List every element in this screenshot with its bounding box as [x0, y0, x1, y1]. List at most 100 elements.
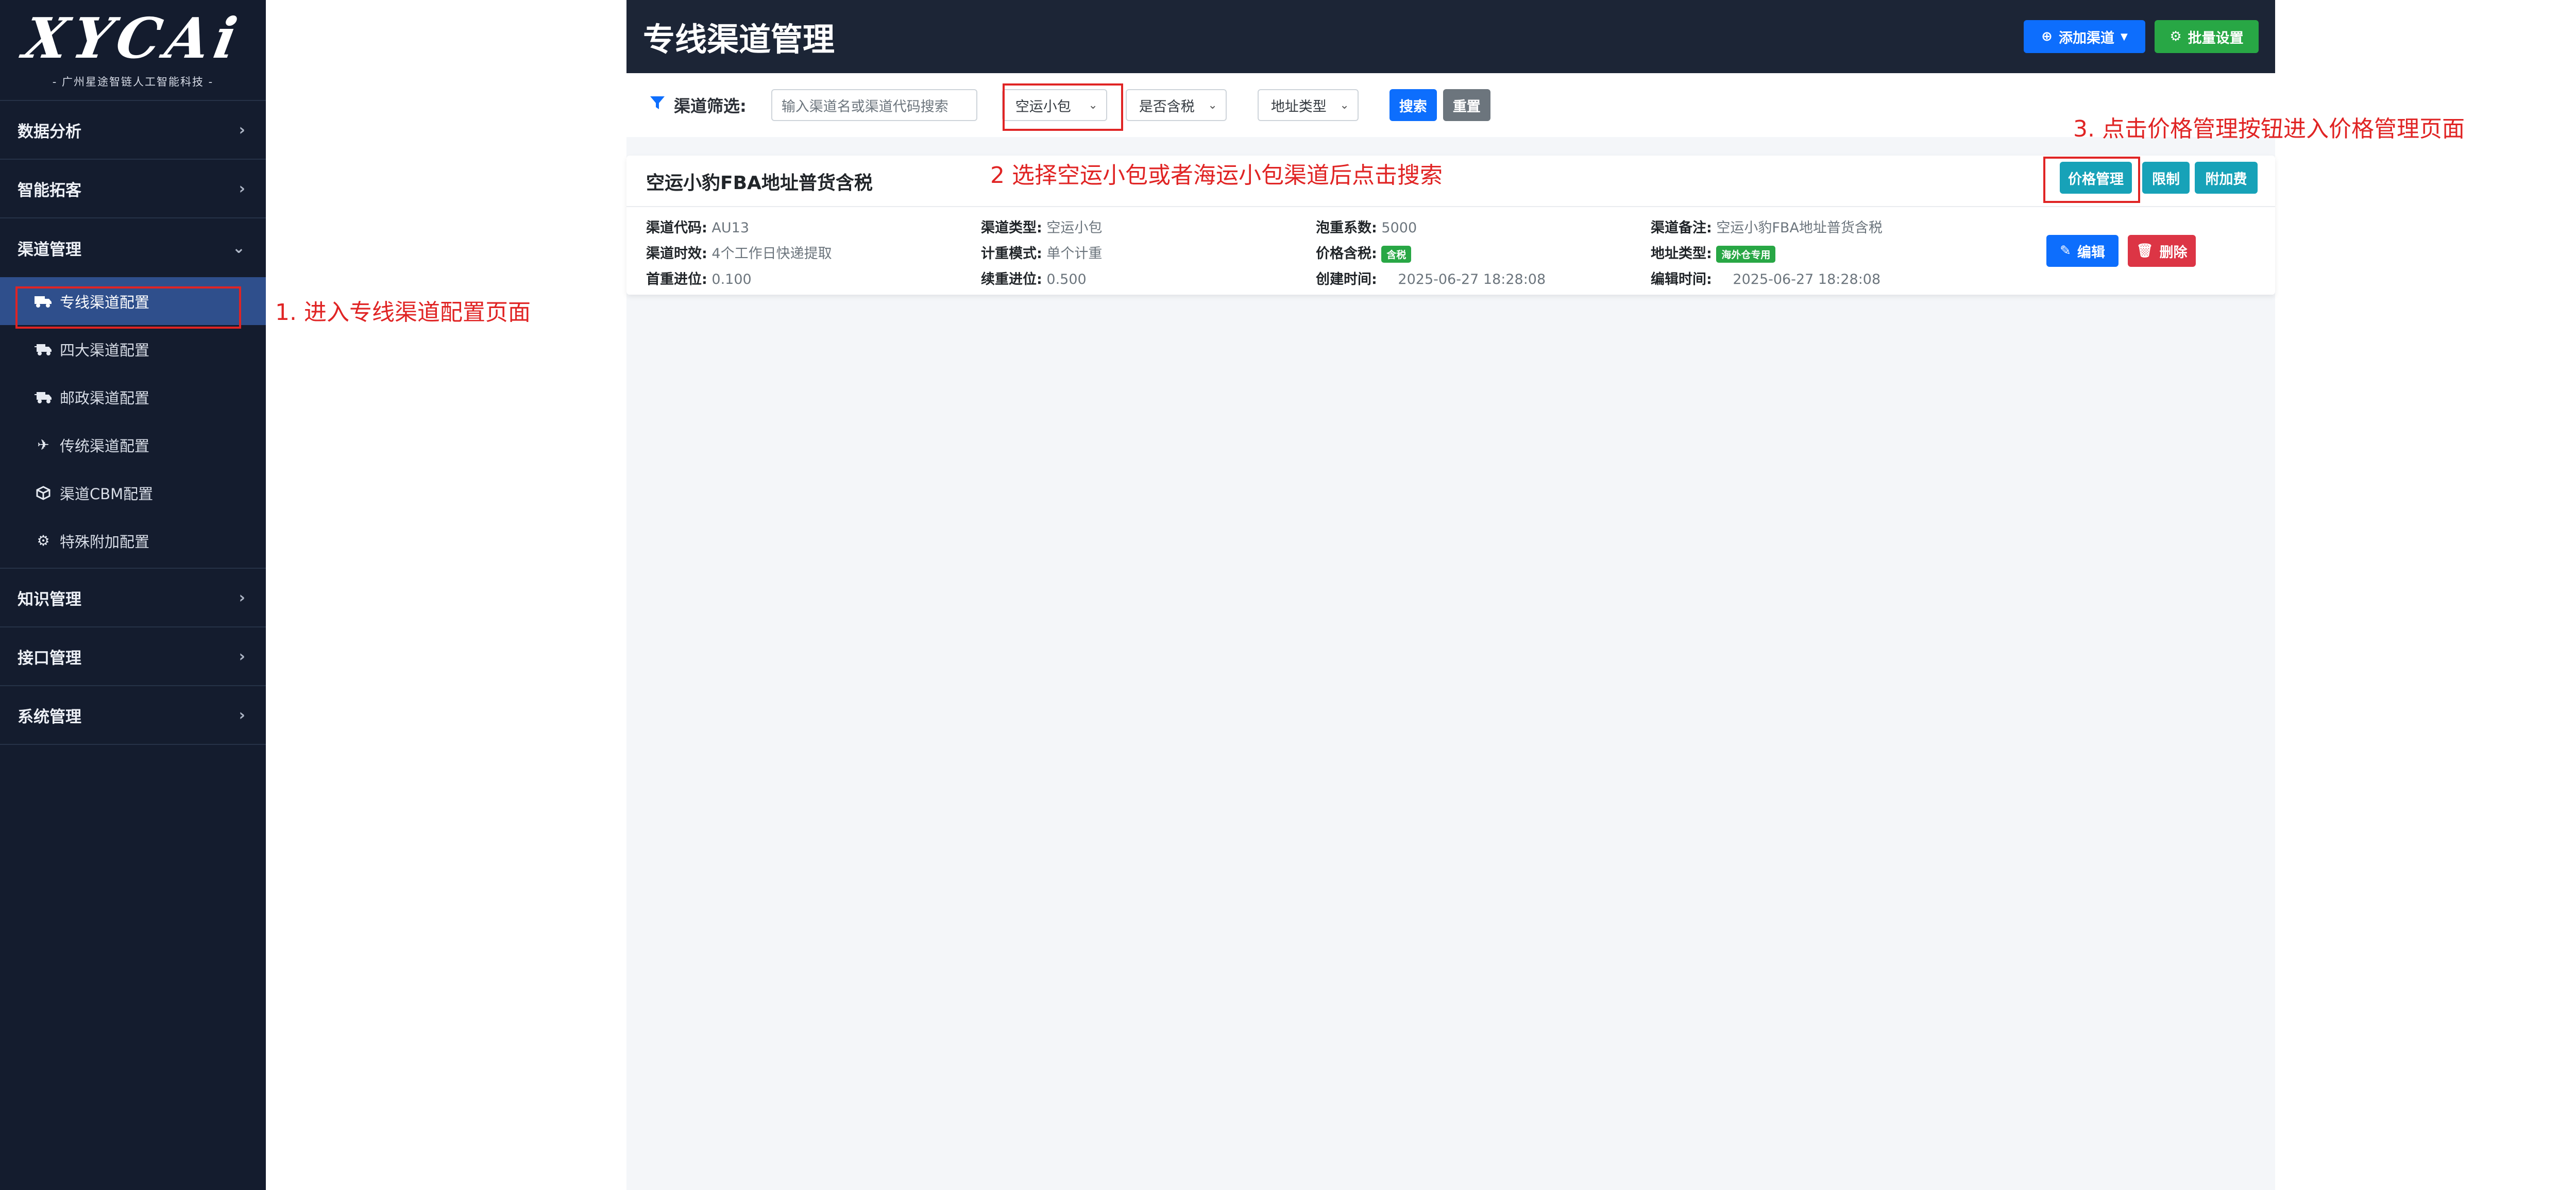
field-first-weight-step: 首重进位: 0.100: [646, 268, 752, 288]
logo-mark: XYCAi: [19, 6, 247, 71]
logo[interactable]: XYCAi - 广州星途智链人工智能科技 -: [0, 0, 266, 101]
field-channel-remark: 渠道备注: 空运小豹FBA地址普货含税: [1651, 216, 1883, 236]
annotation-box-step2: [1003, 83, 1123, 131]
address-type-value: 地址类型: [1270, 98, 1327, 115]
truck-fast-icon: [34, 390, 53, 404]
annotation-step1: 1. 进入专线渠道配置页面: [275, 299, 531, 326]
field-value: 4个工作日快递提取: [711, 246, 832, 262]
field-value: 0.500: [1046, 271, 1087, 287]
tax-badge: 含税: [1381, 246, 1412, 263]
field-value: 5000: [1381, 220, 1417, 236]
limit-button[interactable]: 限制: [2142, 162, 2190, 194]
sidebar-item-traditional-channel[interactable]: ✈ 传统渠道配置: [0, 421, 266, 469]
cube-icon: [34, 485, 53, 500]
channel-search-input[interactable]: 输入渠道名或渠道代码搜索: [771, 89, 977, 121]
chevron-right-icon: ›: [239, 121, 245, 139]
delete-button[interactable]: 🗑 删除: [2128, 235, 2196, 267]
header-actions: ⊕ 添加渠道 ▼ ⚙ 批量设置: [2024, 20, 2259, 53]
field-price-tax: 价格含税: 含税: [1316, 242, 1412, 263]
edit-button[interactable]: ✎ 编辑: [2046, 235, 2119, 267]
sidebar-item-label: 四大渠道配置: [60, 341, 150, 359]
field-label: 首重进位:: [646, 271, 707, 287]
annotation-box-step3: [2043, 157, 2140, 203]
address-type-select[interactable]: 地址类型 ⌄: [1257, 89, 1359, 121]
search-placeholder: 输入渠道名或渠道代码搜索: [781, 98, 948, 115]
field-value: 单个计重: [1046, 246, 1103, 262]
gear-icon: ⚙: [2170, 29, 2182, 44]
field-label: 渠道代码:: [646, 220, 707, 236]
field-volume-factor: 泡重系数: 5000: [1316, 216, 1417, 236]
filter-label-text: 渠道筛选:: [674, 96, 747, 116]
field-channel-code: 渠道代码: AU13: [646, 216, 749, 236]
card-divider: [626, 206, 2275, 207]
sidebar-group-label: 知识管理: [18, 590, 81, 609]
field-value: 空运小包: [1046, 220, 1103, 236]
sidebar: XYCAi - 广州星途智链人工智能科技 - 数据分析 › 智能拓客 › 渠道管…: [0, 0, 266, 1190]
sidebar-item-cbm-channel[interactable]: 渠道CBM配置: [0, 469, 266, 517]
field-created-time: 创建时间: 2025-06-27 18:28:08: [1316, 268, 1546, 288]
chevron-right-icon: ›: [239, 588, 245, 607]
main-content: 专线渠道管理 ⊕ 添加渠道 ▼ ⚙ 批量设置 渠道筛选: 输入渠道名或渠道代码搜…: [626, 0, 2275, 1190]
add-channel-label: 添加渠道: [2058, 30, 2114, 46]
add-channel-button[interactable]: ⊕ 添加渠道 ▼: [2024, 20, 2145, 53]
sidebar-item-label: 传统渠道配置: [60, 437, 150, 455]
sidebar-group-label: 接口管理: [18, 649, 81, 668]
sidebar-group-label: 智能拓客: [18, 181, 81, 200]
gear-icon: ⚙: [37, 532, 50, 549]
caret-down-icon: ▼: [2120, 31, 2128, 42]
field-value: 2025-06-27 18:28:08: [1398, 271, 1546, 287]
sidebar-item-label: 邮政渠道配置: [60, 389, 150, 407]
search-button[interactable]: 搜索: [1389, 89, 1437, 121]
tax-select-value: 是否含税: [1139, 98, 1195, 115]
chevron-down-icon: ⌄: [232, 239, 245, 257]
field-value: 0.100: [711, 271, 752, 287]
edit-label: 编辑: [2077, 244, 2105, 261]
field-label: 地址类型:: [1651, 246, 1712, 262]
channel-card-title: 空运小豹FBA地址普货含税: [646, 173, 873, 194]
filter-label: 渠道筛选:: [649, 93, 747, 117]
edit-icon: ✎: [2060, 243, 2071, 259]
field-label: 泡重系数:: [1316, 220, 1377, 236]
field-weight-mode: 计重模式: 单个计重: [981, 242, 1102, 262]
annotation-step2: 2 选择空运小包或者海运小包渠道后点击搜索: [990, 162, 1443, 189]
truck-fast-icon: [34, 343, 53, 356]
chevron-right-icon: ›: [239, 179, 245, 198]
plane-icon: ✈: [37, 436, 49, 453]
sidebar-group-knowledge[interactable]: 知识管理 ›: [0, 569, 266, 627]
page-title: 专线渠道管理: [643, 21, 835, 58]
field-label: 价格含税:: [1316, 246, 1377, 262]
sidebar-group-channel-management[interactable]: 渠道管理 ⌄: [0, 218, 266, 277]
sidebar-item-postal-channel[interactable]: 邮政渠道配置: [0, 373, 266, 421]
annotation-step3: 3. 点击价格管理按钮进入价格管理页面: [2073, 116, 2465, 142]
funnel-icon: [649, 95, 666, 116]
page-header: 专线渠道管理 ⊕ 添加渠道 ▼ ⚙ 批量设置: [626, 0, 2275, 73]
field-value: AU13: [711, 220, 749, 236]
chevron-down-icon: ⌄: [1208, 98, 1217, 112]
surcharge-button[interactable]: 附加费: [2195, 162, 2258, 194]
filter-bar: 渠道筛选: 输入渠道名或渠道代码搜索 空运小包 ⌄ 是否含税 ⌄ 地址类型 ⌄ …: [626, 73, 2275, 137]
field-channel-timing: 渠道时效: 4个工作日快递提取: [646, 242, 832, 262]
tax-select[interactable]: 是否含税 ⌄: [1125, 89, 1227, 121]
batch-settings-label: 批量设置: [2188, 30, 2244, 46]
trash-icon: 🗑: [2136, 243, 2154, 259]
address-type-badge: 海外仓专用: [1716, 246, 1776, 263]
annotation-box-step1: [15, 286, 241, 329]
sidebar-group-system[interactable]: 系统管理 ›: [0, 686, 266, 745]
batch-settings-button[interactable]: ⚙ 批量设置: [2155, 20, 2259, 53]
delete-label: 删除: [2159, 244, 2188, 261]
chevron-right-icon: ›: [239, 647, 245, 666]
sidebar-group-label: 渠道管理: [18, 240, 81, 259]
reset-button[interactable]: 重置: [1443, 89, 1490, 121]
sidebar-item-label: 特殊附加配置: [60, 533, 150, 551]
sidebar-item-big-four-channel[interactable]: 四大渠道配置: [0, 325, 266, 373]
field-value: 2025-06-27 18:28:08: [1733, 271, 1881, 287]
field-label: 计重模式:: [981, 246, 1042, 262]
sidebar-group-data-analysis[interactable]: 数据分析 ›: [0, 101, 266, 160]
logo-subtitle: - 广州星途智链人工智能科技 -: [52, 76, 214, 88]
field-label: 创建时间:: [1316, 271, 1377, 287]
plus-circle-icon: ⊕: [2041, 29, 2053, 44]
sidebar-group-smart-leads[interactable]: 智能拓客 ›: [0, 160, 266, 218]
sidebar-group-api[interactable]: 接口管理 ›: [0, 627, 266, 686]
field-label: 编辑时间:: [1651, 271, 1712, 287]
sidebar-item-special-surcharge[interactable]: ⚙ 特殊附加配置: [0, 517, 266, 565]
